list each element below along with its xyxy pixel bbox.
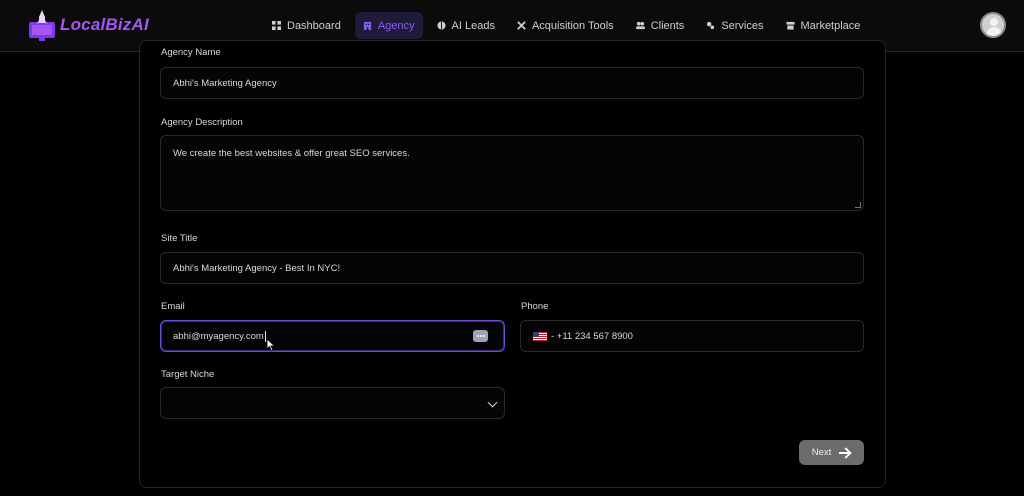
nav-label-marketplace: Marketplace [800, 19, 861, 32]
nav-item-dashboard[interactable]: Dashboard [264, 12, 349, 39]
logo[interactable]: LocalBizAI [28, 6, 149, 44]
nav-label-services: Services [721, 19, 764, 32]
nav-item-marketplace[interactable]: Marketplace [778, 12, 869, 39]
agency-name-input[interactable]: Abhi's Marketing Agency [160, 67, 864, 99]
nav-label-dashboard: Dashboard [287, 19, 341, 32]
nav-item-services[interactable]: Services [698, 12, 771, 39]
target-niche-label: Target Niche [161, 369, 215, 380]
site-title-value: Abhi's Marketing Agency - Best In NYC! [173, 262, 341, 274]
gears-icon [707, 21, 715, 30]
agency-description-label: Agency Description [161, 117, 243, 128]
nav-label-acquisition-tools: Acquisition Tools [531, 19, 614, 32]
agency-name-label: Agency Name [161, 47, 221, 58]
nav-item-clients[interactable]: Clients [628, 12, 693, 39]
chevron-down-icon [487, 397, 498, 408]
nav-label-clients: Clients [650, 19, 685, 32]
mouse-cursor-icon [266, 338, 276, 352]
resize-handle[interactable] [855, 202, 861, 208]
logo-text: LocalBizAI [60, 15, 149, 34]
agency-name-value: Abhi's Marketing Agency [173, 77, 277, 89]
users-icon [635, 21, 645, 30]
email-value: abhi@myagency.com [173, 330, 264, 342]
agency-description-textarea[interactable]: We create the best websites & offer grea… [160, 135, 864, 211]
nav-label-ai-leads: AI Leads [451, 19, 495, 32]
nav-item-ai-leads[interactable]: AI Leads [429, 12, 503, 39]
us-flag-icon[interactable] [533, 331, 547, 341]
site-title-input[interactable]: Abhi's Marketing Agency - Best In NYC! [160, 252, 864, 284]
email-label: Email [161, 301, 185, 312]
arrow-right-icon [839, 448, 851, 458]
store-icon [785, 21, 795, 30]
building-icon [363, 21, 371, 30]
user-avatar[interactable] [980, 12, 1006, 38]
nav-item-acquisition-tools[interactable]: Acquisition Tools [509, 12, 622, 39]
email-input[interactable]: abhi@myagency.com [160, 320, 505, 352]
nav-item-agency[interactable]: Agency [354, 12, 423, 39]
rocket-monitor-icon [29, 10, 55, 41]
agency-description-value: We create the best websites & offer grea… [173, 148, 410, 159]
tools-icon [517, 21, 526, 30]
phone-label: Phone [521, 301, 549, 312]
password-manager-icon[interactable] [473, 330, 488, 342]
target-niche-select[interactable] [160, 387, 505, 419]
phone-input[interactable]: - +11 234 567 8900 [520, 320, 864, 352]
site-title-label: Site Title [161, 233, 198, 244]
phone-value: - +11 234 567 8900 [551, 330, 633, 342]
next-button-label: Next [811, 447, 832, 458]
grid-icon [272, 21, 281, 30]
main-nav: Dashboard Agency AI Leads Acquisition To… [264, 12, 868, 39]
brain-icon [436, 21, 446, 30]
next-button[interactable]: Next [799, 440, 864, 465]
nav-label-agency: Agency [377, 19, 415, 32]
